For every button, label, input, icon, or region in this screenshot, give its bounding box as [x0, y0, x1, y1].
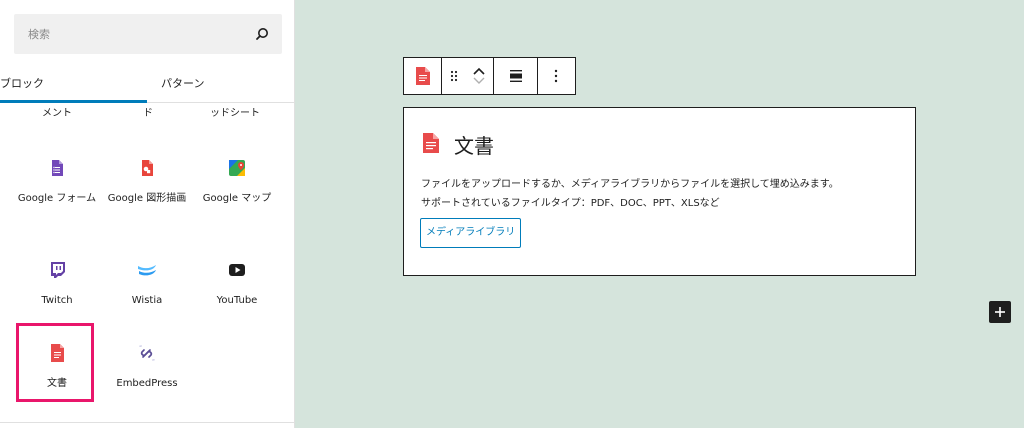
block-label: Google 図形描画 — [107, 193, 187, 204]
block-google-drawings[interactable]: Google 図形描画 — [104, 157, 190, 206]
tab-patterns[interactable]: パターン — [147, 64, 294, 102]
block-embedpress[interactable]: EmbedPress — [104, 342, 190, 391]
block-label-cut: ド — [143, 108, 153, 119]
block-inserter-sidebar: ブロック パターン メント ド ッドシート Google フォーム Google… — [0, 0, 295, 428]
media-library-button[interactable]: メディアライブラリ — [420, 218, 522, 248]
wistia-icon — [138, 265, 156, 276]
selected-block-highlight — [16, 323, 94, 402]
block-wistia[interactable]: Wistia — [104, 259, 190, 308]
block-label: Twitch — [41, 295, 73, 306]
block-label: Google マップ — [202, 193, 272, 204]
block-google-maps[interactable]: Google マップ — [194, 157, 280, 206]
block-description: ファイルをアップロードするか、メディアライブラリからファイルを選択して埋め込みま… — [421, 179, 839, 190]
embedpress-icon — [139, 345, 155, 361]
search-icon[interactable] — [254, 26, 270, 42]
block-title: 文書 — [454, 134, 494, 158]
align-button[interactable] — [494, 58, 538, 94]
block-youtube[interactable]: YouTube — [194, 259, 280, 308]
block-label-cut: ッドシート — [210, 108, 260, 119]
block-twitch[interactable]: Twitch — [14, 259, 100, 308]
tab-blocks-label: ブロック — [0, 77, 44, 90]
youtube-icon — [229, 264, 245, 276]
block-label-cut: メント — [42, 108, 72, 119]
block-label: Wistia — [131, 295, 163, 306]
more-vertical-icon — [555, 69, 558, 83]
tab-patterns-label: パターン — [161, 77, 205, 90]
google-forms-icon — [52, 160, 63, 176]
twitch-icon — [51, 262, 65, 278]
drag-handle[interactable] — [442, 58, 465, 94]
tab-blocks[interactable]: ブロック — [0, 64, 147, 103]
document-block-placeholder[interactable]: 文書 ファイルをアップロードするか、メディアライブラリからファイルを選択して埋め… — [403, 107, 916, 276]
search-input[interactable] — [14, 14, 258, 54]
search-box — [14, 14, 282, 54]
google-drawings-icon — [142, 160, 153, 176]
more-options-button[interactable] — [538, 58, 575, 94]
plus-icon — [995, 307, 1005, 317]
inserter-tabs: ブロック パターン — [0, 64, 294, 103]
block-label: EmbedPress — [116, 378, 178, 389]
block-google-forms[interactable]: Google フォーム — [14, 157, 100, 206]
move-up-icon[interactable] — [472, 66, 486, 76]
block-type-button[interactable] — [404, 58, 443, 94]
block-toolbar — [403, 57, 576, 95]
drag-handle-icon — [450, 70, 457, 82]
move-down-icon[interactable] — [472, 76, 486, 86]
document-icon — [423, 133, 439, 153]
align-wide-icon — [509, 70, 522, 82]
sidebar-divider — [0, 422, 294, 423]
block-label: YouTube — [216, 295, 258, 306]
supported-file-types: サポートされているファイルタイプ：PDF、DOC、PPT、XLSなど — [421, 198, 720, 209]
add-block-button[interactable] — [989, 301, 1011, 323]
document-icon — [415, 67, 430, 85]
google-maps-icon — [229, 160, 245, 176]
block-label: Google フォーム — [17, 193, 97, 204]
move-buttons — [465, 58, 495, 94]
